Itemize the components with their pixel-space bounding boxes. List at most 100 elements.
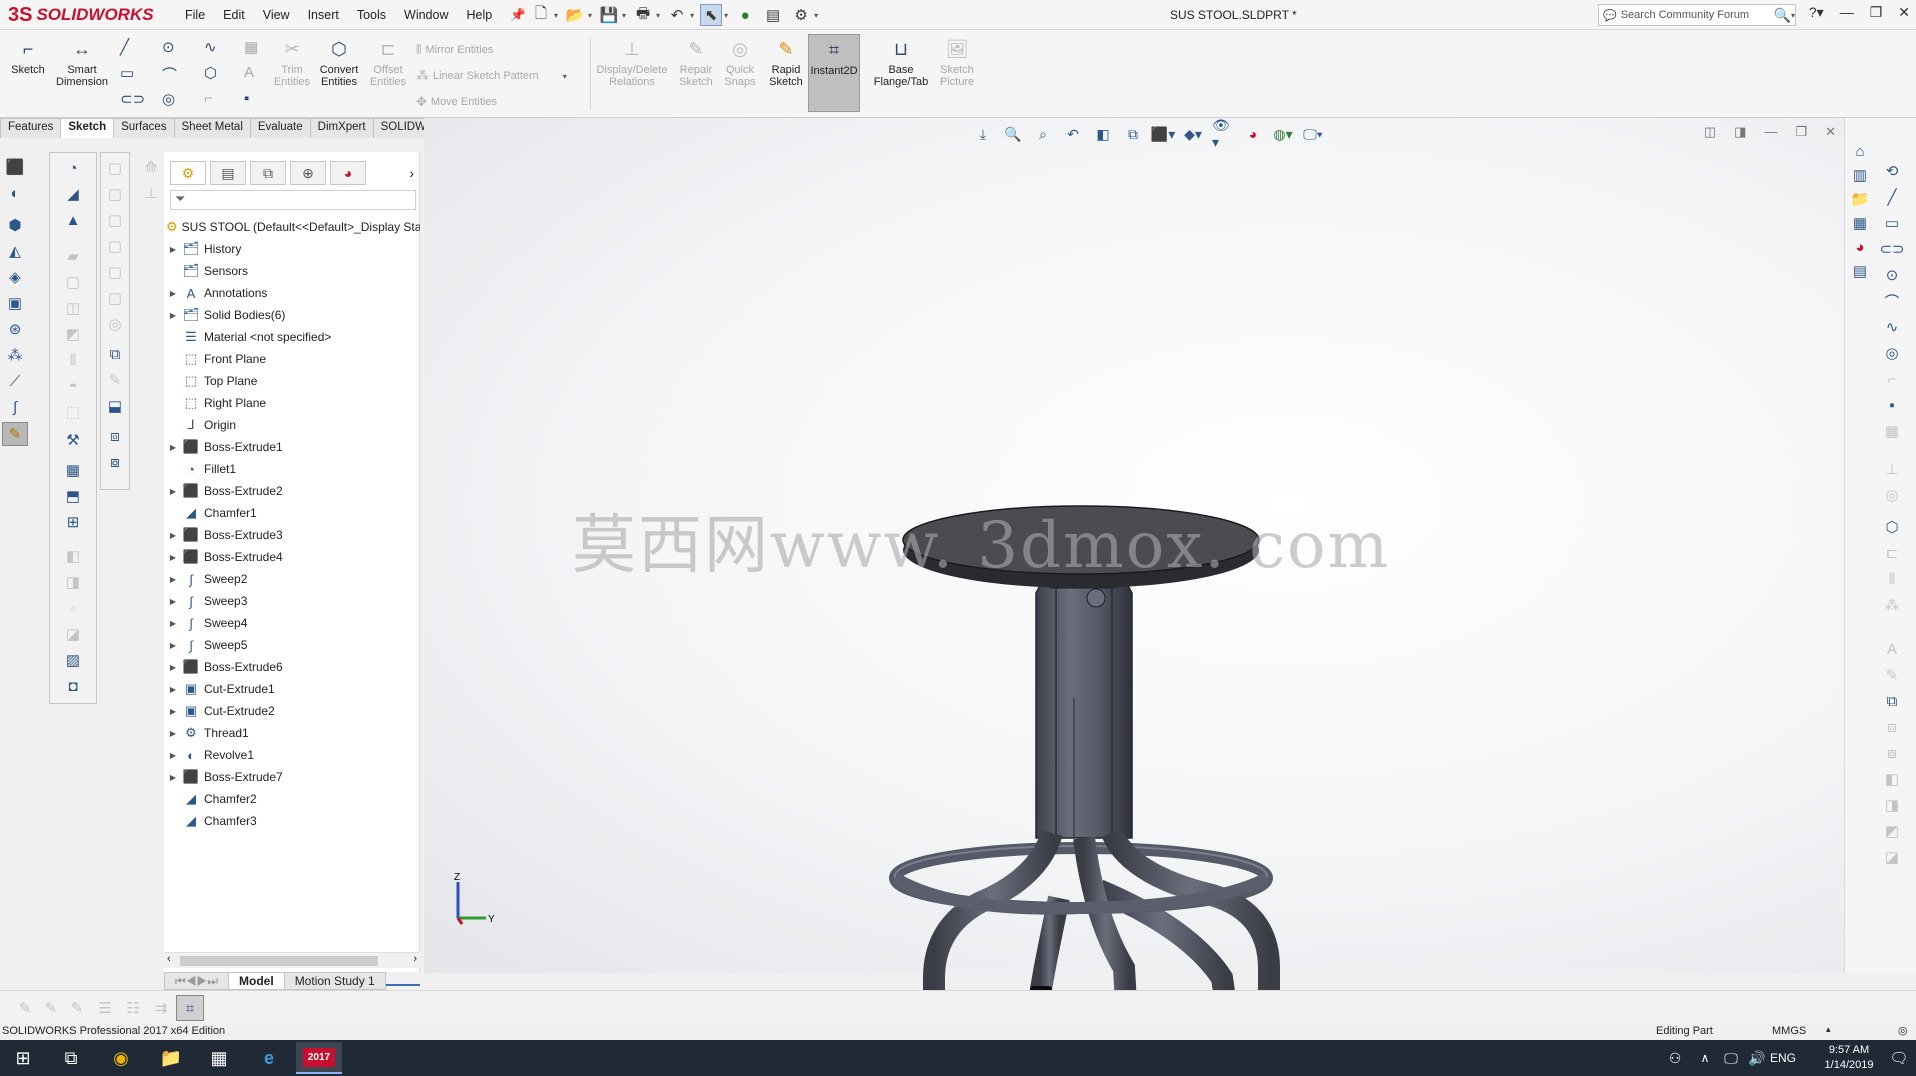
bottom-tool-2-icon[interactable]: ✎	[40, 997, 62, 1019]
notifications-icon[interactable]: 🗨	[1876, 1042, 1916, 1074]
chevron-right-icon[interactable]: ›	[409, 165, 414, 181]
expand-arrow-icon[interactable]: ▶	[164, 443, 182, 452]
tree-item[interactable]: ▶ 🗂 History	[164, 238, 420, 260]
viewport-restore-icon[interactable]: ❐	[1795, 124, 1807, 140]
offset-entities-button[interactable]: ⊏ Offset Entities	[366, 36, 410, 88]
sketch-tool-r20-icon[interactable]: ⧉	[1881, 690, 1903, 712]
bottom-tool-7-icon[interactable]: ⌗	[176, 995, 204, 1021]
sketch-tool-r14-icon[interactable]: ⬡	[1881, 516, 1903, 538]
sketch-button[interactable]: ⌐ Sketch	[8, 36, 48, 76]
appearances-icon[interactable]: ◕	[1849, 236, 1871, 258]
revolve-boss-icon[interactable]: ◐	[4, 182, 26, 204]
sketch-tool-r9-icon[interactable]: ⌐	[1881, 368, 1903, 390]
bottom-tool-1-icon[interactable]: ✎	[14, 997, 36, 1019]
tree-item[interactable]: ⅃ Origin	[164, 414, 420, 436]
tab-dimxpert[interactable]: DimXpert	[309, 118, 374, 138]
solidworks-logo[interactable]: 3S SOLIDWORKS	[8, 2, 156, 28]
mirror-entities-button[interactable]: ⫴ Mirror Entities	[416, 42, 493, 58]
tree-item[interactable]: ◢ Chamfer3	[164, 810, 420, 832]
undo-icon[interactable]: ↶	[666, 4, 688, 26]
sketch-tool-r25-icon[interactable]: ◩	[1881, 820, 1903, 842]
sketch-tool-r3-icon[interactable]: ▭	[1881, 212, 1903, 234]
stool-3d-model[interactable]	[794, 278, 1354, 1058]
tree-item[interactable]: ⬚ Top Plane	[164, 370, 420, 392]
section-view-icon[interactable]: ◧	[1092, 124, 1114, 144]
circle-icon[interactable]: ⊙	[162, 38, 175, 56]
move-entities-button[interactable]: ✥ Move Entities	[416, 94, 497, 110]
instant2d-button[interactable]: ⌗ Instant2D	[808, 34, 860, 112]
close-icon[interactable]: ✕	[1898, 4, 1910, 21]
trim-entities-button[interactable]: ✂ Trim Entities	[272, 36, 312, 88]
expand-arrow-icon[interactable]: ▶	[164, 751, 182, 760]
sketch-tool-r17-icon[interactable]: ⁂	[1881, 594, 1903, 616]
sketch-tool-r13-icon[interactable]: ◎	[1881, 484, 1903, 506]
sketch-tool-r10-icon[interactable]: ▪	[1881, 394, 1903, 416]
sketch-tool-r4-icon[interactable]: ⊂⊃	[1879, 238, 1904, 260]
sketch-tool-r1-icon[interactable]: ⟲	[1881, 160, 1903, 182]
tree-item[interactable]: ◢ Chamfer1	[164, 502, 420, 524]
thicken-icon[interactable]: ▨	[62, 649, 84, 671]
sketch-tool-r16-icon[interactable]: ⫴	[1881, 568, 1903, 590]
tool-d-icon[interactable]: ▢	[104, 235, 126, 257]
clock[interactable]: 9:57 AM 1/14/2019	[1814, 1043, 1884, 1073]
split-line-icon[interactable]: ⚒	[62, 429, 84, 451]
tree-item[interactable]: ▶ ⬛ Boss-Extrude6	[164, 656, 420, 678]
flyout-b-icon[interactable]: ⊥	[140, 182, 162, 204]
tool-i-icon[interactable]: ✎	[104, 369, 126, 391]
expand-arrow-icon[interactable]: ▶	[164, 553, 182, 562]
expand-arrow-icon[interactable]: ▶	[164, 487, 182, 496]
sketch-tool-r22-icon[interactable]: ⧇	[1881, 742, 1903, 764]
spline-icon[interactable]: ∿	[204, 38, 217, 56]
menu-edit[interactable]: Edit	[214, 8, 254, 22]
view-palette-icon[interactable]: ▦	[1849, 212, 1871, 234]
fillet-tool-icon[interactable]: ◔	[62, 157, 84, 179]
instant3d-icon[interactable]: ✎	[2, 422, 28, 446]
arc-icon[interactable]: ⌒	[162, 64, 177, 85]
sketch-tool-r12-icon[interactable]: ⊥	[1881, 458, 1903, 480]
tab-sketch[interactable]: Sketch	[60, 118, 115, 138]
tree-filter-input[interactable]: ⏷	[170, 190, 416, 210]
bottom-tool-5-icon[interactable]: ☷	[122, 997, 144, 1019]
hole-wizard-icon[interactable]: ⊛	[4, 318, 26, 340]
task-view-icon[interactable]: ⧉	[48, 1042, 94, 1074]
tool-h-icon[interactable]: ⧉	[104, 343, 126, 365]
tree-item[interactable]: ▶ ⬛ Boss-Extrude3	[164, 524, 420, 546]
sketch-tool-r5-icon[interactable]: ⊙	[1881, 264, 1903, 286]
tree-item[interactable]: ▶ ∫ Sweep4	[164, 612, 420, 634]
chamfer-tool-icon[interactable]: ◢	[62, 183, 84, 205]
tree-item[interactable]: ▶ ∫ Sweep3	[164, 590, 420, 612]
tab-features[interactable]: Features	[0, 118, 62, 138]
calculator-icon[interactable]: ▦	[196, 1042, 242, 1074]
tab-sheet-metal[interactable]: Sheet Metal	[173, 118, 251, 138]
hide-show-items-icon[interactable]: 👁▾	[1212, 117, 1234, 150]
sketch-tool-r15-icon[interactable]: ⊏	[1881, 542, 1903, 564]
file-explorer-icon[interactable]: 📁	[1849, 188, 1871, 210]
delete-face-icon[interactable]: ◨	[62, 571, 84, 593]
units-chevron-icon[interactable]: ▴	[1826, 1024, 1831, 1035]
scrollbar-thumb[interactable]	[180, 956, 378, 966]
restore-icon[interactable]: ❐	[1870, 4, 1883, 21]
intersect-icon[interactable]: ◩	[62, 323, 84, 345]
tree-root[interactable]: ⚙ SUS STOOL (Default<<Default>_Display S…	[164, 216, 420, 238]
rapid-sketch-button[interactable]: ✎ Rapid Sketch	[764, 36, 808, 88]
solidworks-taskbar-icon[interactable]: 2017	[296, 1042, 342, 1074]
mirror-tool-icon[interactable]: ⫴	[62, 349, 84, 371]
slot-icon[interactable]: ⊂⊃	[120, 90, 145, 108]
draft-icon[interactable]: ▲	[62, 209, 84, 231]
combine-icon[interactable]: ▦	[62, 459, 84, 481]
sketch-tool-r21-icon[interactable]: ⧈	[1881, 716, 1903, 738]
chevron-down-icon[interactable]: ▾	[1791, 11, 1795, 20]
rib-icon[interactable]: ▰	[62, 245, 84, 267]
point-icon[interactable]: ◎	[162, 90, 175, 108]
rebuild-status-icon[interactable]: ◎	[1898, 1024, 1908, 1037]
tab-evaluate[interactable]: Evaluate	[249, 118, 311, 138]
help-icon[interactable]: ?▾	[1809, 4, 1824, 21]
print-icon[interactable]: 🖶	[632, 4, 654, 26]
pattern-icon[interactable]: ⁂	[4, 344, 26, 366]
convert-entities-button[interactable]: ⬡ Convert Entities	[316, 36, 362, 88]
tool-j-icon[interactable]: ⬓	[104, 395, 126, 417]
display-delete-relations-button[interactable]: ⊥ Display/Delete Relations	[594, 36, 670, 88]
select-pointer-icon[interactable]: ⬉	[700, 4, 723, 26]
sketch-tool-r19-icon[interactable]: ✎	[1881, 664, 1903, 686]
tree-item[interactable]: ⬚ Right Plane	[164, 392, 420, 414]
